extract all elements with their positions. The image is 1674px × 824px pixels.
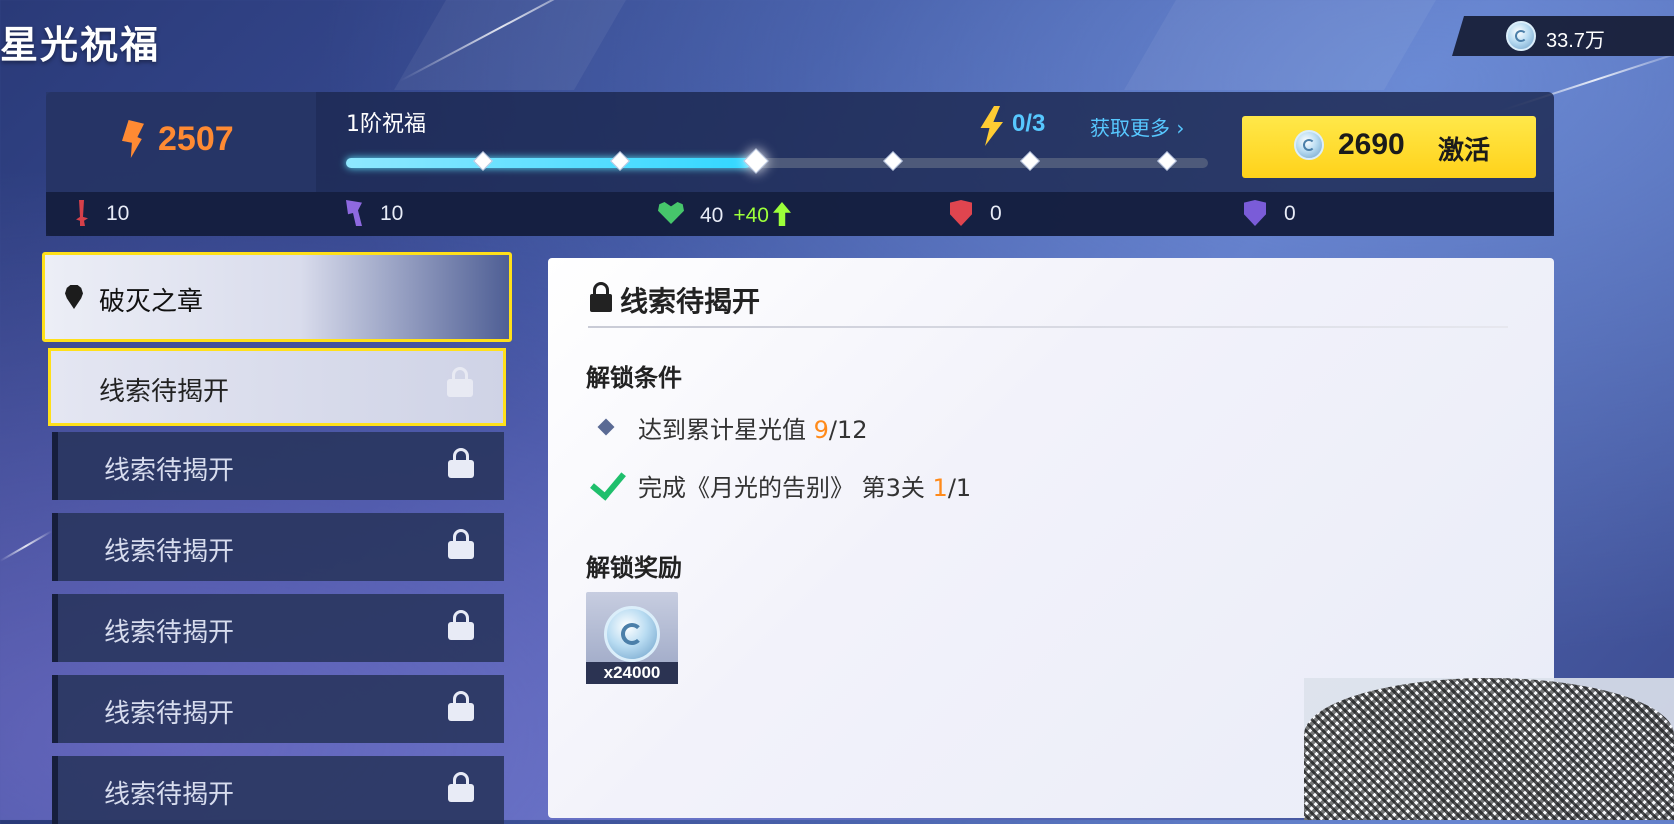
sword-icon	[76, 200, 88, 226]
tier-progress-fill	[346, 158, 752, 168]
condition-starlight-text: 达到累计星光值	[638, 416, 814, 444]
heart-icon	[658, 202, 684, 224]
condition-stage-total: /1	[947, 474, 972, 502]
pixelated-pattern	[1304, 678, 1674, 820]
tier-label: 1阶祝福	[346, 112, 426, 137]
stat-hp-value: 40	[700, 204, 724, 227]
condition-stage-text: 完成《月光的告别》 第3关	[638, 474, 933, 502]
starlight-coin-icon	[1506, 21, 1536, 51]
clue-label: 线索待揭开	[104, 456, 235, 486]
score-value: 2507	[158, 120, 234, 158]
tier-node	[1157, 151, 1177, 171]
arrow-up-icon	[772, 202, 791, 226]
clue-label: 线索待揭开	[99, 377, 230, 407]
clue-item[interactable]: 线索待揭开	[52, 756, 504, 824]
lock-icon	[448, 691, 474, 721]
shield-icon	[950, 200, 972, 226]
reward-item[interactable]: x24000	[586, 592, 678, 684]
conditions-title: 解锁条件	[586, 364, 682, 392]
stats-row: 10 10 40 +40 0 0	[46, 192, 1554, 236]
stat-claw-value: 10	[380, 202, 404, 225]
claw-icon	[346, 200, 362, 226]
clue-label: 线索待揭开	[104, 618, 235, 648]
stat-attack-value: 10	[106, 202, 130, 225]
divider	[588, 326, 1508, 328]
energy-value: 0/3	[1012, 110, 1046, 137]
clue-item[interactable]: 线索待揭开	[52, 594, 504, 662]
condition-stage-current: 1	[932, 474, 948, 502]
currency-display: 33.7万	[1452, 16, 1674, 56]
condition-stage: 完成《月光的告别》 第3关 1/1	[638, 468, 971, 503]
lock-icon	[590, 282, 612, 312]
blessing-panel: 2507 1阶祝福 0/3 获取更多 › 2690 激活 10 10 40 +40…	[46, 92, 1554, 236]
background-panel	[394, 0, 626, 90]
tier-node	[883, 151, 904, 171]
starlight-coin-icon	[604, 606, 660, 662]
tier-node	[743, 148, 770, 174]
clue-item[interactable]: 线索待揭开	[48, 348, 506, 426]
lock-icon	[447, 367, 473, 397]
lock-icon	[448, 529, 474, 559]
clue-item[interactable]: 线索待揭开	[52, 513, 504, 581]
stat-hp-bonus: +40	[733, 204, 769, 227]
condition-starlight: 达到累计星光值 9/12	[638, 410, 868, 445]
activate-button[interactable]: 2690 激活	[1242, 116, 1536, 178]
currency-value: 33.7万	[1546, 30, 1605, 52]
condition-starlight-total: /12	[828, 416, 868, 444]
chapter-label: 破灭之章	[99, 287, 204, 317]
stat-hp: 40 +40	[700, 202, 791, 228]
reward-quantity: x24000	[586, 662, 678, 684]
clue-item[interactable]: 线索待揭开	[52, 432, 504, 500]
background-panel	[1124, 0, 1436, 90]
location-pin-icon	[65, 285, 83, 309]
page-title: 星光祝福	[0, 23, 161, 67]
clue-label: 线索待揭开	[104, 780, 235, 810]
score-box: 2507	[46, 92, 316, 192]
get-more-link[interactable]: 获取更多 ›	[1090, 112, 1184, 141]
bullet-diamond-icon	[597, 418, 615, 436]
reward-title: 解锁奖励	[586, 554, 682, 582]
shield-bolt-icon	[1244, 200, 1266, 226]
pixelated-overlay	[1304, 678, 1674, 820]
condition-starlight-current: 9	[813, 416, 829, 444]
chapter-header[interactable]: 破灭之章	[42, 252, 512, 342]
stat-resist-value: 0	[1284, 202, 1296, 225]
lightning-icon	[980, 106, 1003, 146]
flame-icon	[122, 120, 144, 158]
clue-label: 线索待揭开	[104, 537, 235, 567]
stat-defense-value: 0	[990, 202, 1002, 225]
tier-node	[1020, 151, 1041, 171]
activate-label: 激活	[1438, 136, 1491, 166]
lock-icon	[448, 610, 474, 640]
clue-label: 线索待揭开	[104, 699, 235, 729]
lock-icon	[448, 772, 474, 802]
activate-cost: 2690	[1338, 128, 1405, 161]
tier-progress-track	[346, 148, 1208, 174]
starlight-coin-icon	[1294, 130, 1324, 160]
detail-title: 线索待揭开	[620, 285, 761, 318]
checkmark-icon	[588, 468, 628, 496]
light-streak	[0, 530, 53, 562]
clue-item[interactable]: 线索待揭开	[52, 675, 504, 743]
lock-icon	[448, 448, 474, 478]
